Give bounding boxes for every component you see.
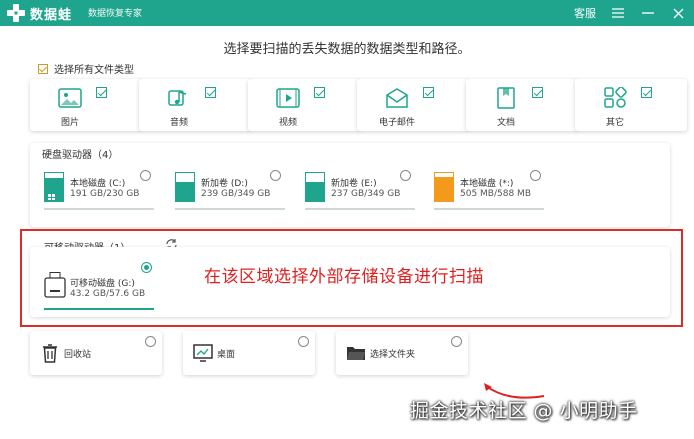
- drive-d-radio[interactable]: [270, 170, 281, 181]
- file-type-checkbox[interactable]: [423, 87, 434, 98]
- minimize-icon[interactable]: [640, 5, 656, 21]
- select-all-check-icon[interactable]: [38, 63, 48, 74]
- file-type-checkbox[interactable]: [532, 87, 543, 98]
- title-bar: 数据蛙 数据恢复专家 客服: [0, 0, 694, 26]
- close-icon[interactable]: [670, 5, 686, 21]
- file-type-label: 音频: [169, 118, 188, 128]
- drive-c-radio[interactable]: [140, 170, 151, 181]
- drive-name: 新加卷 (D:): [201, 179, 248, 189]
- drive-e[interactable]: 新加卷 (E:) 237 GB/349 GB: [305, 172, 415, 216]
- file-type-label: 其它: [605, 118, 624, 128]
- drive-name: 本地磁盘 (C:): [70, 179, 126, 189]
- grid-icon: [604, 87, 627, 108]
- drive-star-radio[interactable]: [530, 170, 541, 181]
- file-type-checkbox[interactable]: [96, 87, 107, 98]
- folder-icon: [347, 347, 365, 360]
- file-type-other[interactable]: 其它: [575, 79, 687, 131]
- file-type-label: 图片: [60, 118, 79, 128]
- file-type-document[interactable]: 文档: [466, 79, 578, 131]
- select-all-label: 选择所有文件类型: [54, 65, 134, 76]
- desktop-icon: [193, 344, 213, 362]
- drive-star[interactable]: 本地磁盘 (*:) 505 MB/588 MB: [434, 172, 544, 216]
- drive-d[interactable]: 新加卷 (D:) 239 GB/349 GB: [175, 172, 285, 216]
- location-label: 选择文件夹: [370, 350, 416, 360]
- titlebar-controls: 客服: [574, 0, 686, 26]
- trash-icon: [43, 344, 57, 363]
- location-desktop[interactable]: 桌面: [183, 331, 315, 375]
- music-icon: [168, 90, 187, 106]
- drive-icon: [175, 172, 195, 202]
- drive-usage-bar: [175, 208, 285, 210]
- drive-size: 505 MB/588 MB: [460, 189, 531, 199]
- file-type-checkbox[interactable]: [641, 87, 652, 98]
- drive-c[interactable]: 本地磁盘 (C:) 191 GB/230 GB: [44, 172, 154, 216]
- file-type-audio[interactable]: 音频: [139, 79, 251, 131]
- page-title: 选择要扫描的丢失数据的数据类型和路径。: [223, 42, 471, 57]
- support-button[interactable]: 客服: [574, 5, 596, 21]
- file-type-image[interactable]: 图片: [30, 79, 142, 131]
- drive-name: 新加卷 (E:): [331, 179, 377, 189]
- drive-size: 191 GB/230 GB: [70, 189, 140, 199]
- drive-icon: [44, 172, 64, 202]
- document-icon: [497, 87, 515, 109]
- drive-usage-bar: [44, 208, 154, 210]
- select-all-checkbox[interactable]: 选择所有文件类型: [38, 61, 134, 76]
- location-recycle-bin[interactable]: 回收站: [30, 331, 162, 375]
- drive-g-radio[interactable]: [141, 262, 152, 273]
- file-type-label: 电子邮件: [378, 118, 415, 128]
- app-subtitle: 数据恢复专家: [88, 9, 143, 19]
- app-logo-icon: [7, 4, 25, 22]
- file-type-email[interactable]: 电子邮件: [357, 79, 469, 131]
- menu-icon[interactable]: [610, 5, 626, 21]
- file-type-checkbox[interactable]: [205, 87, 216, 98]
- drive-usage-bar: [305, 208, 415, 210]
- drive-g[interactable]: 可移动磁盘 (G:) 43.2 GB/57.6 GB: [44, 272, 154, 316]
- location-radio[interactable]: [451, 336, 462, 347]
- drive-size: 43.2 GB/57.6 GB: [70, 289, 146, 299]
- usb-drive-icon: [44, 272, 66, 298]
- drive-name: 本地磁盘 (*:): [460, 179, 514, 189]
- annotation-text: 在该区域选择外部存储设备进行扫描: [204, 267, 484, 287]
- video-icon: [276, 88, 300, 108]
- file-type-video[interactable]: 视频: [248, 79, 360, 131]
- drive-usage-bar: [434, 208, 544, 210]
- drive-name: 可移动磁盘 (G:): [70, 279, 135, 289]
- app-name: 数据蛙: [30, 8, 73, 23]
- drive-size: 237 GB/349 GB: [331, 189, 401, 199]
- file-type-label: 文档: [496, 118, 515, 128]
- drive-size: 239 GB/349 GB: [201, 189, 271, 199]
- watermark-text: 掘金技术社区 @ 小明助手: [410, 400, 638, 422]
- image-icon: [58, 88, 82, 108]
- location-folder[interactable]: 选择文件夹: [336, 331, 468, 375]
- location-label: 回收站: [64, 350, 92, 360]
- file-type-checkbox[interactable]: [314, 87, 325, 98]
- mail-icon: [386, 88, 408, 108]
- file-type-label: 视频: [278, 118, 297, 128]
- drive-usage-bar: [44, 308, 154, 310]
- location-label: 桌面: [217, 350, 236, 360]
- drive-e-radio[interactable]: [400, 170, 411, 181]
- hard-drive-title: 硬盘驱动器（4）: [42, 150, 119, 161]
- location-radio[interactable]: [298, 336, 309, 347]
- drive-icon: [305, 172, 325, 202]
- drive-icon: [434, 172, 454, 202]
- location-radio[interactable]: [145, 336, 156, 347]
